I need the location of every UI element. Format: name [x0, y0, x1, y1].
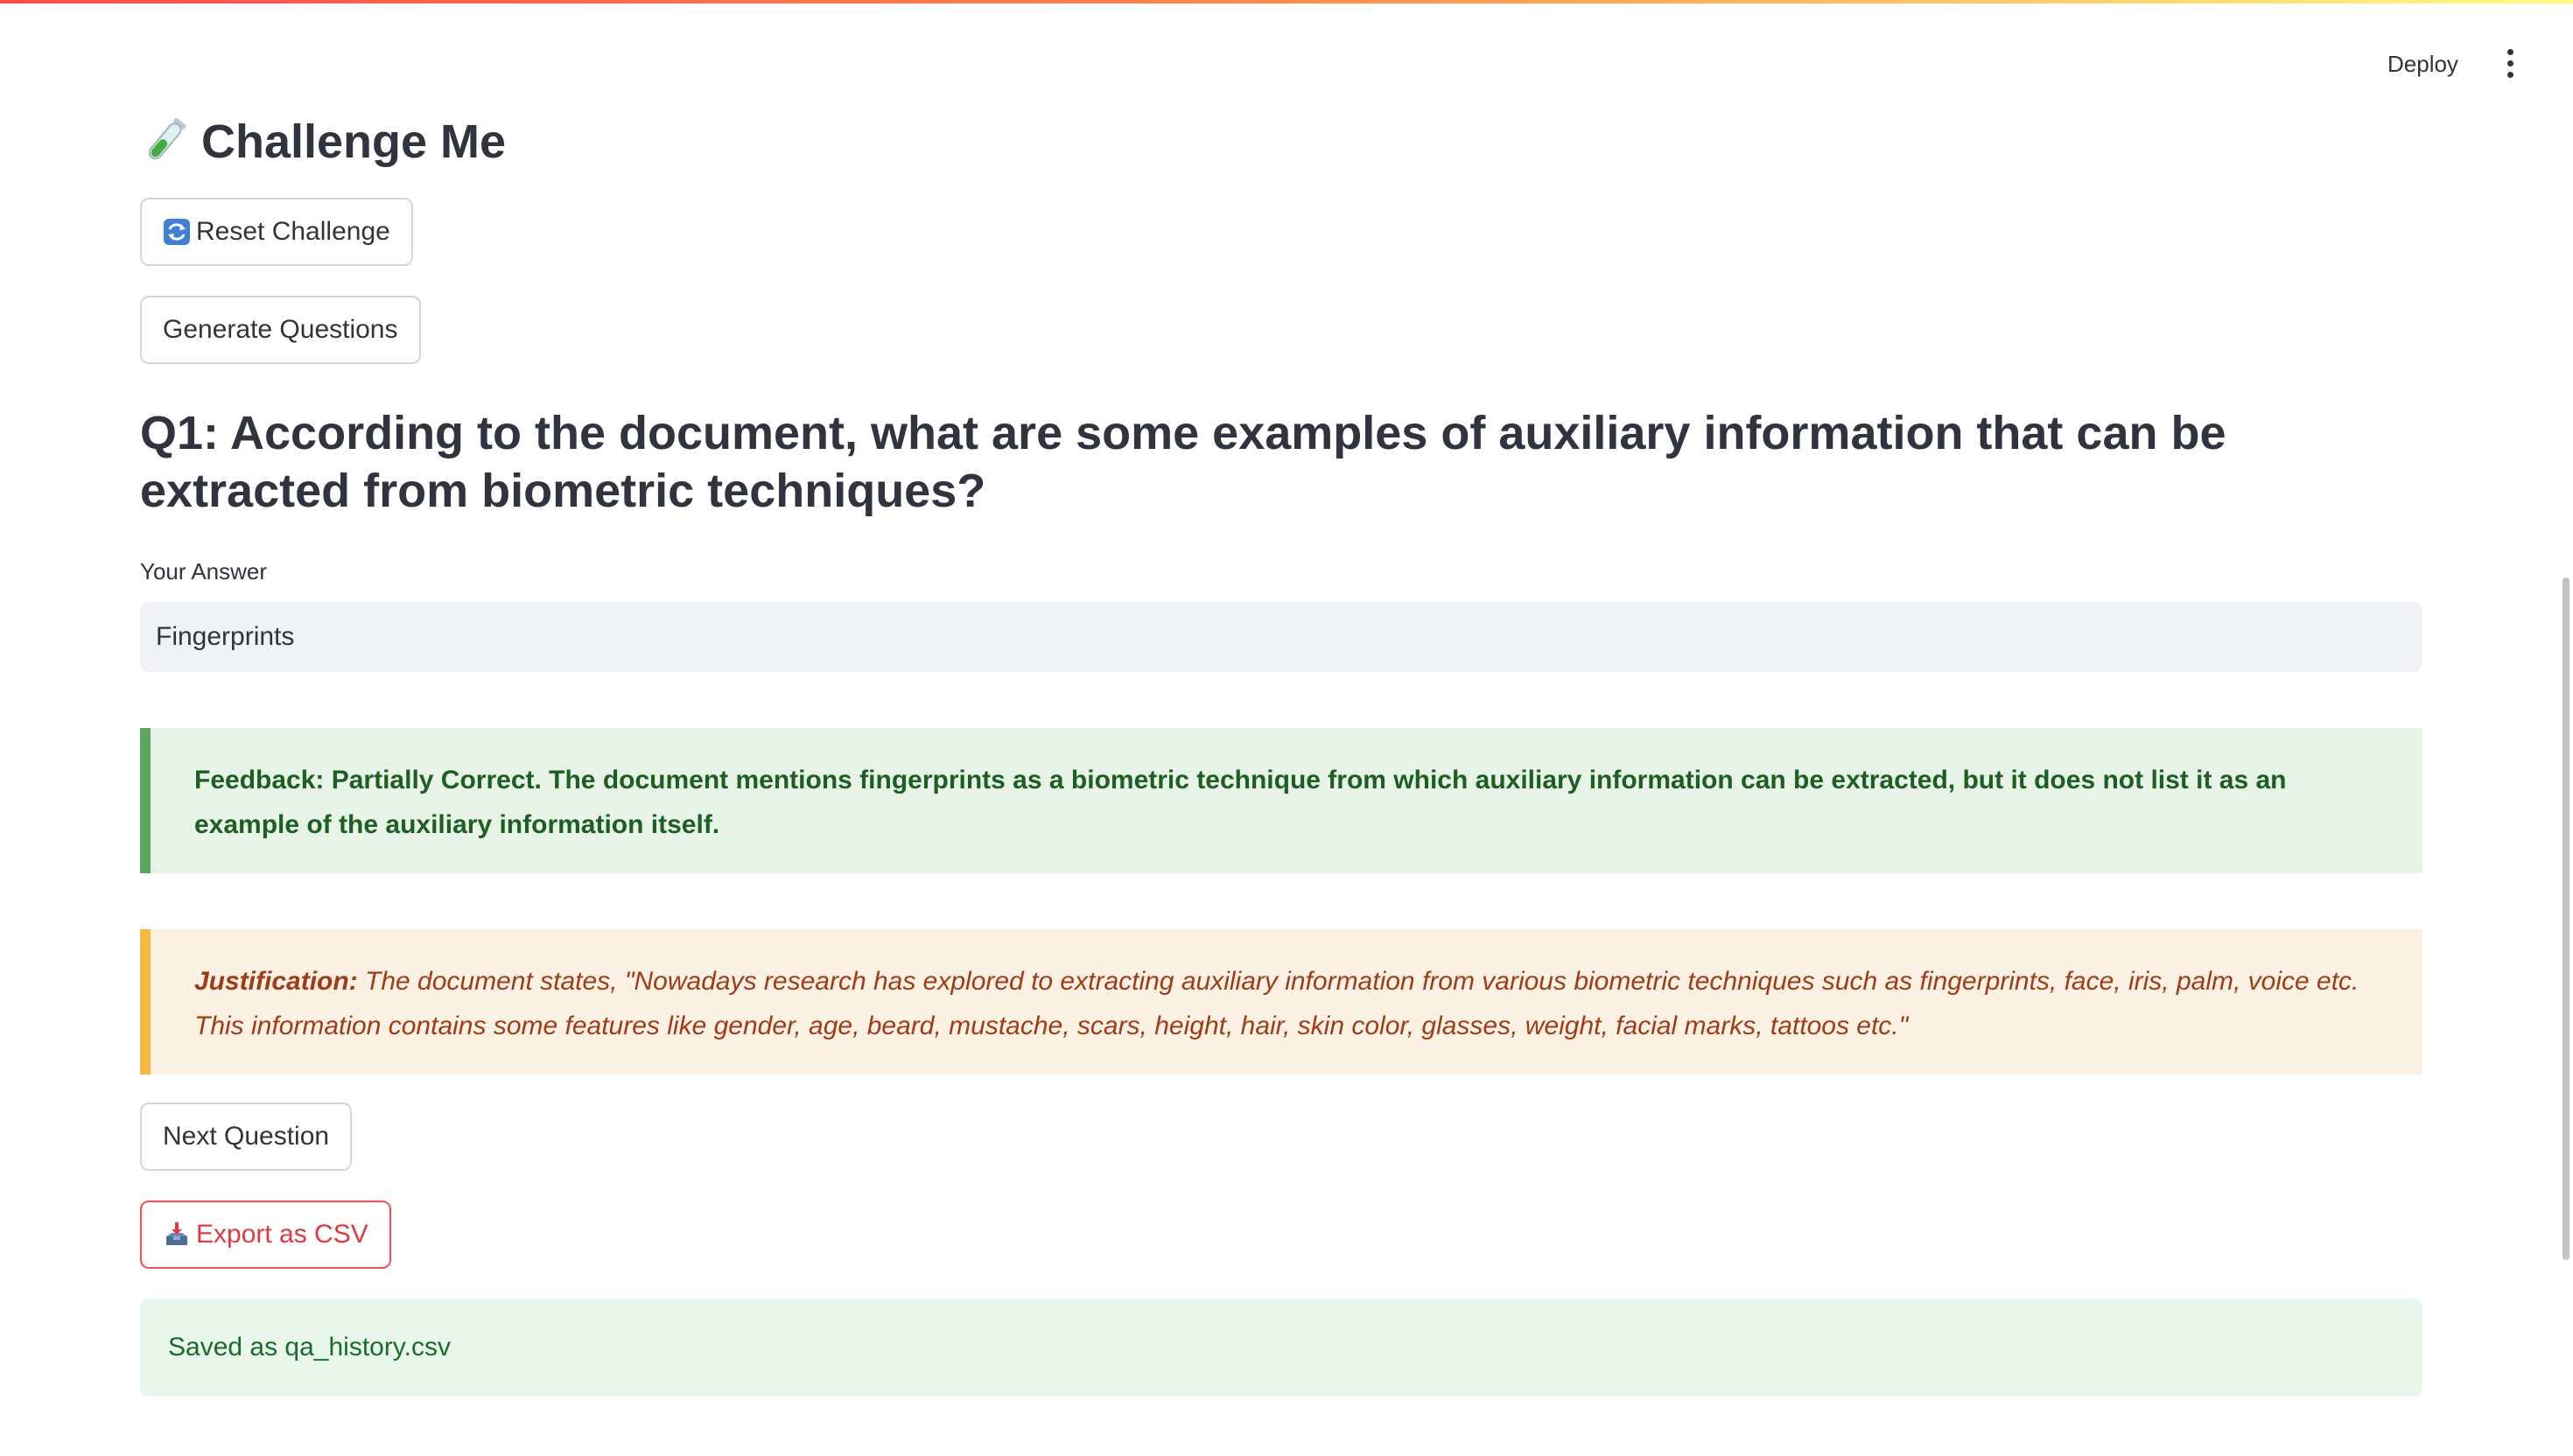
reset-challenge-label: Reset Challenge	[196, 217, 390, 246]
deploy-button[interactable]: Deploy	[2368, 44, 2478, 84]
next-question-button[interactable]: Next Question	[140, 1102, 353, 1171]
kebab-menu-icon[interactable]	[2491, 42, 2529, 84]
feedback-alert: Feedback: Partially Correct. The documen…	[140, 728, 2422, 873]
question-heading: Q1: According to the document, what are …	[140, 407, 2226, 517]
generate-questions-button[interactable]: Generate Questions	[140, 296, 421, 364]
feedback-text: Feedback: Partially Correct. The documen…	[194, 766, 2287, 839]
page-title: Challenge Me	[140, 107, 506, 177]
saved-message: Saved as qa_history.csv	[168, 1333, 451, 1362]
inbox-tray-icon	[166, 1222, 187, 1245]
generate-questions-label: Generate Questions	[163, 315, 398, 344]
export-csv-label: Export as CSV	[196, 1220, 368, 1249]
export-csv-button[interactable]: Export as CSV	[140, 1200, 391, 1269]
answer-input[interactable]	[140, 602, 2422, 672]
reset-challenge-button[interactable]: Reset Challenge	[140, 198, 413, 266]
reset-arrows-icon	[164, 219, 190, 245]
justification-label: Justification:	[194, 967, 358, 996]
justification-alert: Justification: The document states, "Now…	[140, 929, 2422, 1074]
next-question-label: Next Question	[163, 1122, 330, 1151]
test-tube-icon	[148, 117, 186, 160]
app-header: Deploy	[0, 0, 2573, 96]
page-title-text: Challenge Me	[201, 116, 507, 168]
saved-success-alert: Saved as qa_history.csv	[140, 1298, 2422, 1396]
answer-label: Your Answer	[140, 558, 268, 584]
justification-text: The document states, "Nowadays research …	[194, 967, 2359, 1040]
scrollbar-thumb[interactable]	[2562, 578, 2569, 1260]
